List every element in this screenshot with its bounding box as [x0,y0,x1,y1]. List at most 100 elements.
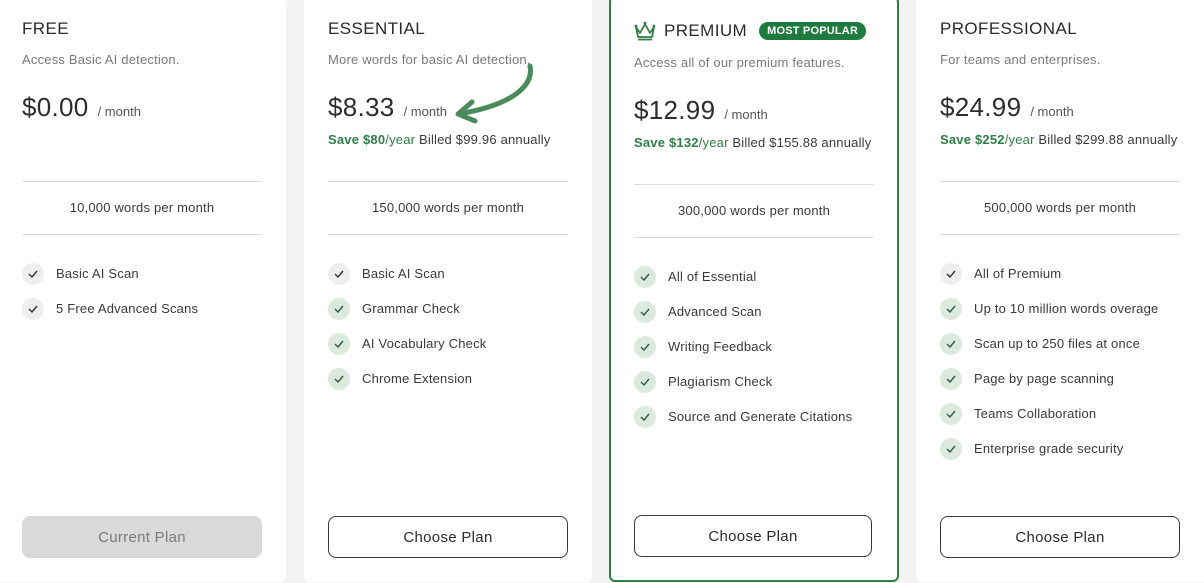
plan-title-row: FREE [22,19,69,39]
check-icon [940,402,962,425]
feature-item: Grammar Check [328,291,486,326]
feature-item: Basic AI Scan [328,256,486,291]
feature-label: Scan up to 250 files at once [974,336,1141,351]
check-icon [22,262,44,285]
plan-name: PROFESSIONAL [940,19,1078,38]
savings-period: /year [698,135,729,150]
check-icon [940,262,962,285]
price-row: $24.99 / month [940,92,1074,123]
feature-item: Up to 10 million words overage [940,291,1158,326]
plan-card-premium: PREMIUM MOST POPULAR Access all of our p… [609,0,899,582]
feature-item: Writing Feedback [634,329,852,364]
price-row: $12.99 / month [634,95,768,126]
feature-label: 5 Free Advanced Scans [56,301,199,316]
savings-row: Save $132/year Billed $155.88 annually [634,135,871,150]
divider [634,184,874,185]
billing-info: Billed $155.88 annually [732,135,872,150]
feature-list: All of Premium Up to 10 million words ov… [940,256,1158,466]
plan-title-row: ESSENTIAL [328,19,425,39]
feature-label: Up to 10 million words overage [974,301,1159,316]
savings-amount: Save $80 [328,132,386,147]
plan-card-essential: ESSENTIAL More words for basic AI detect… [304,0,592,582]
feature-item: All of Premium [940,256,1158,291]
current-plan-button[interactable]: Current Plan [22,516,262,558]
price-period: / month [1030,104,1074,119]
check-icon [328,262,350,285]
price-period: / month [403,104,447,119]
billing-info: Billed $99.96 annually [418,132,551,147]
feature-label: All of Essential [668,269,757,284]
curved-arrow-icon [455,63,533,124]
most-popular-badge: MOST POPULAR [759,22,867,40]
price-row: $0.00 / month [22,92,141,123]
plan-price: $0.00 [22,92,89,122]
words-per-month: 150,000 words per month [371,200,525,215]
feature-label: Page by page scanning [974,371,1115,386]
savings-amount: Save $252 [940,132,1005,147]
choose-plan-button-essential[interactable]: Choose Plan [328,516,568,558]
feature-item: Teams Collaboration [940,396,1158,431]
feature-label: Grammar Check [362,301,460,316]
feature-label: Teams Collaboration [974,406,1097,421]
plan-price: $8.33 [328,92,395,122]
feature-item: AI Vocabulary Check [328,326,486,361]
feature-item: 5 Free Advanced Scans [22,291,198,326]
check-icon [22,297,44,320]
check-icon [940,367,962,390]
feature-item: Chrome Extension [328,361,486,396]
divider [940,234,1180,235]
price-period: / month [97,104,141,119]
plan-name: PREMIUM [664,21,748,40]
feature-item: Page by page scanning [940,361,1158,396]
feature-label: AI Vocabulary Check [362,336,487,351]
savings-period: /year [385,132,416,147]
check-icon [940,297,962,320]
divider [940,181,1180,182]
feature-label: Writing Feedback [668,339,773,354]
plan-title-row: PROFESSIONAL [940,19,1077,39]
feature-item: Scan up to 250 files at once [940,326,1158,361]
price-row: $8.33 / month [328,92,447,123]
price-period: / month [724,107,768,122]
feature-item: Basic AI Scan [22,256,198,291]
divider [22,181,262,182]
feature-item: Plagiarism Check [634,364,852,399]
feature-item: Enterprise grade security [940,431,1158,466]
choose-plan-button-premium[interactable]: Choose Plan [634,515,872,557]
plan-price: $12.99 [634,95,716,125]
feature-label: Plagiarism Check [668,374,773,389]
feature-label: Source and Generate Citations [668,409,853,424]
words-per-month: 10,000 words per month [69,200,215,215]
plan-card-free: FREE Access Basic AI detection. $0.00 / … [0,0,286,582]
check-icon [634,405,656,428]
feature-list: Basic AI Scan 5 Free Advanced Scans [22,256,198,326]
plan-card-professional: PROFESSIONAL For teams and enterprises. … [916,0,1204,582]
feature-label: Chrome Extension [362,371,473,386]
words-per-month: 300,000 words per month [677,203,831,218]
divider [634,237,874,238]
check-icon [940,437,962,460]
divider [328,181,568,182]
check-icon [634,300,656,323]
choose-plan-button-professional[interactable]: Choose Plan [940,516,1180,558]
plan-name: ESSENTIAL [328,19,426,38]
divider [22,234,262,235]
feature-label: Basic AI Scan [362,266,445,281]
check-icon [328,367,350,390]
feature-item: Advanced Scan [634,294,852,329]
billing-info: Billed $299.88 annually [1038,132,1178,147]
words-per-month: 500,000 words per month [983,200,1137,215]
feature-label: Basic AI Scan [56,266,139,281]
check-icon [940,332,962,355]
savings-row: Save $80/year Billed $99.96 annually [328,132,551,147]
feature-label: Enterprise grade security [974,441,1124,456]
check-icon [634,370,656,393]
savings-period: /year [1004,132,1035,147]
plan-title-row: PREMIUM MOST POPULAR [634,21,867,41]
feature-item: All of Essential [634,259,852,294]
feature-item: Source and Generate Citations [634,399,852,434]
savings-row: Save $252/year Billed $299.88 annually [940,132,1177,147]
feature-label: All of Premium [974,266,1062,281]
check-icon [634,265,656,288]
feature-label: Advanced Scan [668,304,762,319]
